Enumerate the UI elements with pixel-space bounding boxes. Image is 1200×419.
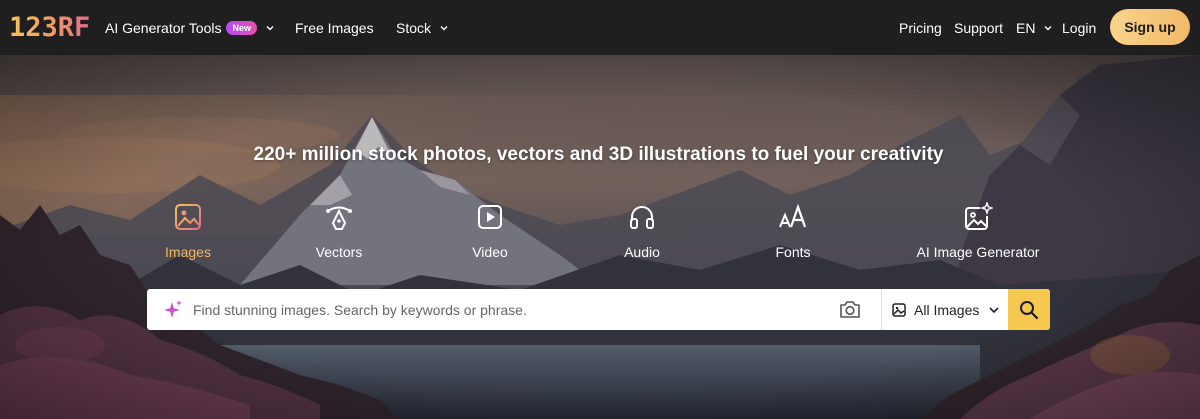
language-label: EN [1016, 19, 1036, 36]
image-icon [175, 204, 201, 230]
nav-ai-generator-tools-label: AI Generator Tools [105, 19, 222, 36]
nav-login-label: Login [1062, 19, 1097, 36]
nav-support-label: Support [954, 19, 1004, 36]
chevron-down-icon [989, 307, 999, 314]
nav-pricing-label: Pricing [899, 19, 942, 36]
hero-section: 220+ million stock photos, vectors and 3… [0, 55, 1200, 419]
search-button[interactable] [1008, 289, 1050, 330]
chevron-down-icon [1044, 25, 1052, 30]
category-audio-label: Audio [624, 244, 660, 260]
category-audio[interactable]: Audio [577, 202, 707, 262]
nav-free-images[interactable]: Free Images [295, 0, 374, 55]
category-ai-image-generator[interactable]: AI Image Generator [893, 202, 1063, 262]
hero-headline: 220+ million stock photos, vectors and 3… [253, 144, 944, 165]
category-fonts[interactable]: Fonts [728, 202, 858, 262]
nav-ai-generator-tools[interactable]: AI Generator Tools New [105, 0, 275, 55]
play-icon [478, 205, 502, 229]
signup-label: Sign up [1124, 19, 1176, 35]
nav-support[interactable]: Support [954, 0, 1003, 55]
ai-image-icon [965, 202, 993, 230]
font-icon [779, 203, 807, 228]
nav-login[interactable]: Login [1062, 0, 1096, 55]
category-ai-image-generator-label: AI Image Generator [916, 244, 1040, 260]
top-navigation: 123RF AI Generator Tools New Free Images… [0, 0, 1200, 55]
sparkle-icon [164, 300, 182, 318]
chevron-down-icon [440, 25, 448, 30]
signup-button[interactable]: Sign up [1110, 9, 1190, 45]
search-icon [1020, 300, 1039, 319]
new-badge: New [226, 20, 257, 35]
nav-stock[interactable]: Stock [396, 0, 449, 55]
search-input[interactable] [193, 289, 833, 330]
headphones-icon [630, 206, 654, 229]
asset-type-select[interactable]: All Images [882, 289, 1008, 330]
logo-text: 123RF [9, 11, 91, 43]
category-vectors[interactable]: Vectors [274, 202, 404, 262]
category-images-label: Images [165, 244, 211, 260]
category-images[interactable]: Images [123, 202, 253, 262]
category-video-label: Video [472, 244, 508, 260]
language-selector[interactable]: EN [1016, 0, 1053, 55]
category-video[interactable]: Video [425, 202, 555, 262]
category-fonts-label: Fonts [775, 244, 811, 260]
chevron-down-icon [266, 25, 274, 30]
image-icon [892, 302, 906, 317]
nav-pricing[interactable]: Pricing [899, 0, 942, 55]
category-vectors-label: Vectors [315, 244, 363, 260]
logo[interactable]: 123RF [9, 11, 91, 43]
camera-icon[interactable] [839, 299, 861, 320]
nav-stock-label: Stock [396, 19, 432, 36]
nav-free-images-label: Free Images [295, 19, 374, 36]
pen-tool-icon [326, 206, 352, 230]
search-bar: All Images [147, 289, 1050, 330]
asset-type-label: All Images [914, 301, 980, 318]
